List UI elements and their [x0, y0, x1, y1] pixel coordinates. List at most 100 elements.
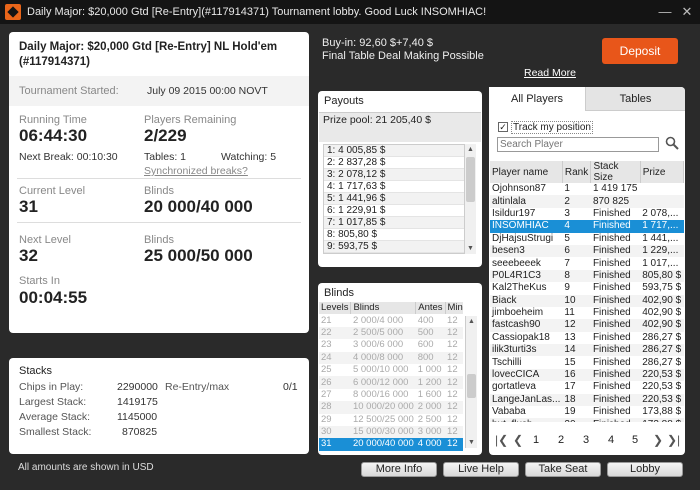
- player-cell: Finished: [590, 319, 641, 332]
- player-row[interactable]: LangeJanLas... 18 Finished 220,53 $: [490, 393, 684, 407]
- tab-all-players[interactable]: All Players: [489, 87, 586, 111]
- players-column-header[interactable]: Prize: [640, 161, 684, 183]
- player-cell: 8: [562, 269, 591, 283]
- players-column-header[interactable]: Rank: [562, 161, 592, 183]
- blinds-value: 20 000/40 000: [144, 197, 253, 216]
- page-number[interactable]: 5: [632, 434, 638, 446]
- player-cell: P0L4R1C3: [490, 269, 563, 283]
- players-table: Player name Rank Stack Size Prize Ojohnson8…: [490, 161, 684, 422]
- player-row[interactable]: seeebeeek 7 Finished 1 017,...: [490, 257, 684, 269]
- player-row[interactable]: Vababa 19 Finished 173,88 $: [490, 406, 684, 418]
- player-cell: Finished: [590, 294, 641, 307]
- next-level-value: 32: [19, 246, 38, 265]
- blinds-cell: 10 000/20 000: [350, 401, 416, 414]
- page-number[interactable]: 1: [533, 434, 539, 446]
- player-row[interactable]: Ojohnson87 1 1 419 175: [490, 183, 684, 195]
- player-cell: DjHajsuStrugi: [492, 232, 554, 244]
- player-row[interactable]: Cassiopak18 13 Finished 286,27 $: [490, 332, 684, 344]
- page-number[interactable]: 3: [583, 434, 589, 446]
- blinds-row[interactable]: 26 6 000/12 000 1 200 12: [319, 376, 463, 389]
- search-icon[interactable]: [665, 136, 679, 150]
- last-page-icon[interactable]: ❯|: [667, 433, 680, 447]
- synchronized-breaks-link[interactable]: Synchronized breaks?: [144, 165, 248, 177]
- blinds-row[interactable]: 31 20 000/40 000 4 000 12: [319, 438, 463, 451]
- player-row[interactable]: jimboeheim 11 Finished 402,90 $: [490, 307, 684, 319]
- live-help-button[interactable]: Live Help: [443, 462, 519, 477]
- player-row[interactable]: besen3 6 Finished 1 229,...: [490, 244, 684, 258]
- player-row[interactable]: DjHajsuStrugi 5 Finished 1 441,...: [490, 233, 684, 245]
- scroll-up-icon[interactable]: ▲: [465, 144, 476, 155]
- payouts-scrollbar[interactable]: ▲ ▼: [464, 144, 476, 254]
- player-cell: 1 017,...: [642, 257, 679, 269]
- first-page-icon[interactable]: |❮: [495, 433, 508, 447]
- page-number[interactable]: 2: [558, 434, 564, 446]
- read-more-link[interactable]: Read More: [524, 67, 576, 79]
- blinds-cell: 30: [319, 425, 351, 439]
- player-row[interactable]: Biack 10 Finished 402,90 $: [490, 294, 684, 307]
- deposit-button[interactable]: Deposit: [602, 38, 678, 64]
- players-column-header[interactable]: Stack Size: [590, 161, 641, 183]
- player-row[interactable]: Tschilli 15 Finished 286,27 $: [490, 356, 684, 368]
- blinds-row[interactable]: 30 15 000/30 000 3 000 12: [319, 425, 463, 439]
- payout-row: 3: 2 078,12 $: [324, 169, 467, 181]
- blinds-cell: 12: [445, 351, 463, 364]
- close-icon[interactable]: ✕: [678, 3, 696, 21]
- average-stack-label: Average Stack:: [19, 411, 91, 423]
- reentry-label: Re-Entry/max: [165, 381, 230, 393]
- track-position-label: Track my position: [511, 121, 593, 134]
- lobby-button[interactable]: Lobby: [607, 462, 683, 477]
- scroll-down-icon[interactable]: ▼: [465, 243, 476, 254]
- player-row[interactable]: but_flush20Finished173,88 $: [490, 418, 684, 422]
- player-row[interactable]: ilik3turti3s 14 Finished 286,27 $: [490, 344, 684, 357]
- blinds-row[interactable]: 25 5 000/10 000 1 000 12: [319, 364, 463, 376]
- scroll-up-icon[interactable]: ▲: [466, 316, 477, 327]
- player-row[interactable]: P0L4R1C3 8 Finished 805,80 $: [490, 269, 684, 283]
- player-cell: 805,80 $: [640, 269, 684, 283]
- scroll-thumb[interactable]: [467, 374, 476, 398]
- next-page-icon[interactable]: ❯: [653, 433, 663, 447]
- search-player-input[interactable]: [497, 137, 659, 152]
- scroll-thumb[interactable]: [466, 157, 475, 202]
- blinds-cell: 3 000: [415, 425, 446, 439]
- pagination: |❮ ❮ 1 2 3 4 5 ❯ ❯|: [489, 431, 685, 451]
- blinds-row[interactable]: 28 10 000/20 000 2 000 12: [319, 401, 463, 414]
- players-column-header[interactable]: Player name: [490, 161, 563, 183]
- blinds-row[interactable]: 24 4 000/8 000 800 12: [319, 351, 463, 364]
- payouts-panel: Payouts Prize pool: 21 205,40 $ 1: 4 005…: [318, 91, 482, 267]
- track-position-checkbox[interactable]: ✓: [498, 122, 508, 132]
- blinds-row[interactable]: 23 3 000/6 000 600 12: [319, 339, 463, 351]
- player-cell: 19: [564, 406, 576, 418]
- blinds-row[interactable]: 27 8 000/16 000 1 600 12: [319, 389, 463, 401]
- payout-row: 8: 805,80 $: [324, 229, 467, 241]
- page-number[interactable]: 4: [608, 434, 614, 446]
- blinds-cell: 12 500/25 000: [352, 413, 414, 425]
- player-row[interactable]: fastcash90 12 Finished 402,90 $: [490, 319, 684, 332]
- prev-page-icon[interactable]: ❮: [513, 433, 523, 447]
- player-row[interactable]: gortatleva 17 Finished 220,53 $: [490, 381, 684, 393]
- player-row[interactable]: INSOMHIAC 4 Finished 1 717,...: [490, 220, 684, 233]
- tab-tables[interactable]: Tables: [586, 87, 685, 111]
- minimize-icon[interactable]: —: [656, 3, 674, 21]
- take-seat-button[interactable]: Take Seat: [525, 462, 601, 477]
- blinds-cell: 12: [445, 326, 463, 340]
- blinds-cell: 12: [447, 388, 458, 400]
- player-row[interactable]: Kal2TheKus 9 Finished 593,75 $: [490, 282, 684, 294]
- blinds-row[interactable]: 21 2 000/4 000 400 12: [319, 314, 463, 326]
- player-cell: Finished: [590, 344, 641, 357]
- blinds-cell: 12: [447, 413, 458, 425]
- blinds-cell: 12: [445, 438, 463, 451]
- player-row[interactable]: altinlala 2 870 825: [490, 195, 684, 208]
- player-cell: 5: [564, 232, 570, 244]
- started-value: July 09 2015 00:00 NOVT: [147, 85, 268, 97]
- scroll-down-icon[interactable]: ▼: [466, 437, 477, 448]
- player-cell: 12: [562, 319, 591, 332]
- player-row[interactable]: Isildur197 3 Finished 2 078,...: [490, 208, 684, 220]
- more-info-button[interactable]: More Info: [361, 462, 437, 477]
- blinds-cell: 2 000: [415, 401, 446, 414]
- next-blinds-label: Blinds: [144, 234, 174, 246]
- blinds-cell: 29: [321, 413, 332, 425]
- player-row[interactable]: lovecCICA 16 Finished 220,53 $: [490, 368, 684, 382]
- blinds-row[interactable]: 29 12 500/25 000 2 500 12: [319, 414, 463, 426]
- blinds-scrollbar[interactable]: ▲ ▼: [465, 316, 477, 448]
- blinds-row[interactable]: 22 2 500/5 000 500 12: [319, 326, 463, 340]
